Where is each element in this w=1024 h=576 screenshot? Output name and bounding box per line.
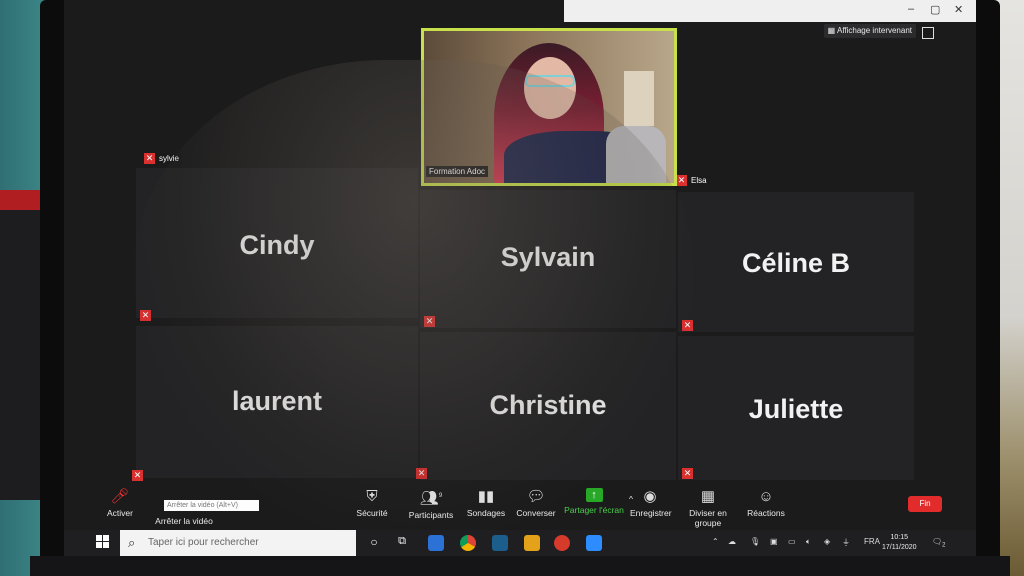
polls-button[interactable]: ▮▮ Sondages [466, 488, 506, 518]
meeting-toolbar: 🎤︎ Activer Arrêter la vidéo (Alt+V) Arrê… [64, 488, 976, 528]
participant-name: Cindy [239, 230, 315, 260]
breakout-rooms-button[interactable]: ▦ Diviser en groupe [676, 488, 740, 528]
mail-app-icon[interactable] [428, 535, 444, 551]
video-off-icon: 🎤︎ [110, 488, 130, 505]
windows-start-icon[interactable] [96, 535, 110, 549]
speaker-view-button[interactable]: ▦ Affichage intervenant [823, 24, 916, 38]
muted-icon: ✕ [140, 310, 151, 321]
dropbox-icon[interactable]: ◈ [824, 537, 830, 546]
search-icon: ⌕ [128, 535, 136, 550]
end-meeting-button[interactable]: Fin [908, 496, 942, 512]
powerpoint-icon[interactable] [554, 535, 570, 551]
share-screen-button[interactable]: ↑ Partager l'écran [564, 488, 624, 515]
security-button[interactable]: ⛨ Sécurité [352, 488, 392, 518]
start-video-label: Activer [107, 508, 133, 518]
zoom-app-icon[interactable] [586, 535, 602, 551]
participant-name: Céline B [741, 248, 851, 278]
search-placeholder: Taper ici pour rechercher [148, 537, 259, 548]
taskbar-clock[interactable]: 10:15 17/11/2020 [882, 533, 917, 553]
participant-name: Sylvain [500, 242, 596, 272]
active-speaker-video[interactable]: Formation Adoc [421, 28, 677, 186]
participant-tile[interactable]: Christine ✕ [416, 332, 676, 480]
participant-name: Christine [489, 390, 607, 420]
participant-label-top-left: sylvie [156, 153, 183, 164]
participant-label-top-right: Elsa [688, 175, 710, 186]
background-shelf [624, 71, 654, 126]
muted-icon: ✕ [132, 470, 143, 481]
chat-label: Converser [516, 508, 556, 518]
show-hidden-icons-caret[interactable]: ⌃ [712, 537, 719, 546]
volume-icon[interactable]: 🔈︎ [806, 537, 811, 547]
stop-video-label[interactable]: Arrêter la vidéo [152, 516, 216, 526]
cortana-icon[interactable]: ○ [366, 535, 382, 551]
start-video-button[interactable]: 🎤︎ Activer [100, 488, 140, 518]
close-icon[interactable]: ✕ [954, 3, 963, 16]
emoji-icon: ☺ [758, 488, 774, 505]
participants-button[interactable]: 👥︎9 Participants [406, 488, 456, 520]
reactions-button[interactable]: ☺ Réactions [746, 488, 786, 518]
shield-icon: ⛨ [366, 488, 378, 505]
muted-icon: ✕ [676, 175, 687, 186]
share-arrow-icon: ↑ [585, 488, 603, 502]
speaker-view-label: Affichage intervenant [836, 26, 912, 35]
person-glasses [525, 75, 575, 87]
muted-icon: ✕ [144, 153, 155, 164]
window-titlebar: – ▢ ✕ [564, 0, 976, 22]
video-tooltip: Arrêter la vidéo (Alt+V) [164, 500, 259, 511]
notification-count: 2 [942, 542, 946, 549]
battery-icon[interactable]: ▭ [788, 537, 796, 546]
participant-tile[interactable]: laurent ✕ [132, 326, 418, 481]
clock-date: 17/11/2020 [882, 544, 917, 551]
participants-label: Participants [408, 510, 454, 520]
clock-time: 10:15 [890, 534, 909, 541]
windows-taskbar: ⌕ Taper ici pour rechercher ○ ⧉ ⌃ ☁ 🎙︎ ▣… [64, 530, 976, 556]
muted-icon: ✕ [682, 468, 693, 479]
fullscreen-icon[interactable] [922, 27, 934, 39]
person-cardigan [606, 126, 666, 183]
file-explorer-icon[interactable] [524, 535, 540, 551]
participant-name: laurent [231, 386, 323, 416]
video-name-label: Formation Adoc [426, 166, 489, 177]
bar-chart-icon: ▮▮ [477, 488, 495, 505]
participant-tile[interactable]: Céline B ✕ [678, 192, 914, 332]
participant-name: Juliette [748, 394, 844, 424]
breakout-label: Diviser en groupe [689, 508, 727, 528]
notification-center-icon[interactable]: 🗨︎2 [932, 537, 946, 549]
muted-icon: ✕ [416, 468, 427, 479]
record-button[interactable]: ◉ Enregistrer [630, 488, 672, 518]
chat-button[interactable]: 💬︎ Converser [516, 488, 556, 518]
chrome-icon[interactable] [460, 535, 476, 551]
record-label: Enregistrer [630, 508, 672, 518]
chat-icon: 💬︎ [526, 488, 546, 505]
participants-icon: 👥︎9 [419, 490, 443, 507]
participant-tile[interactable]: Sylvain ✕ [420, 190, 676, 328]
polls-label: Sondages [466, 508, 506, 518]
participant-tile[interactable]: Cindy ✕ [136, 168, 418, 321]
laptop-base [30, 556, 1010, 576]
reactions-label: Réactions [747, 508, 785, 518]
record-icon: ◉ [643, 488, 657, 505]
maximize-icon[interactable]: ▢ [930, 3, 940, 16]
grid-icon: ▦ [827, 26, 837, 35]
muted-icon: ✕ [424, 316, 435, 327]
breakout-grid-icon: ▦ [700, 488, 716, 505]
microphone-icon[interactable]: 🎙︎ [750, 537, 760, 546]
network-icon[interactable]: ⏚ [842, 537, 850, 548]
participants-count: 9 [438, 493, 443, 499]
participant-tile[interactable]: Juliette ✕ [678, 336, 914, 480]
security-label: Sécurité [356, 508, 388, 518]
media-app-icon[interactable] [492, 535, 508, 551]
cloud-icon[interactable]: ☁ [728, 537, 736, 546]
muted-icon: ✕ [682, 320, 693, 331]
zoom-screen: – ▢ ✕ ▦ Affichage intervenant ✕ sylvie ✕… [64, 0, 976, 556]
language-indicator[interactable]: FRA [864, 537, 880, 546]
taskbar-search[interactable]: ⌕ Taper ici pour rechercher [120, 530, 356, 556]
webcam-icon[interactable]: ▣ [770, 537, 778, 546]
share-screen-label: Partager l'écran [564, 505, 624, 515]
task-view-icon[interactable]: ⧉ [394, 535, 410, 551]
person-face [524, 57, 576, 119]
minimize-icon[interactable]: – [908, 3, 914, 15]
